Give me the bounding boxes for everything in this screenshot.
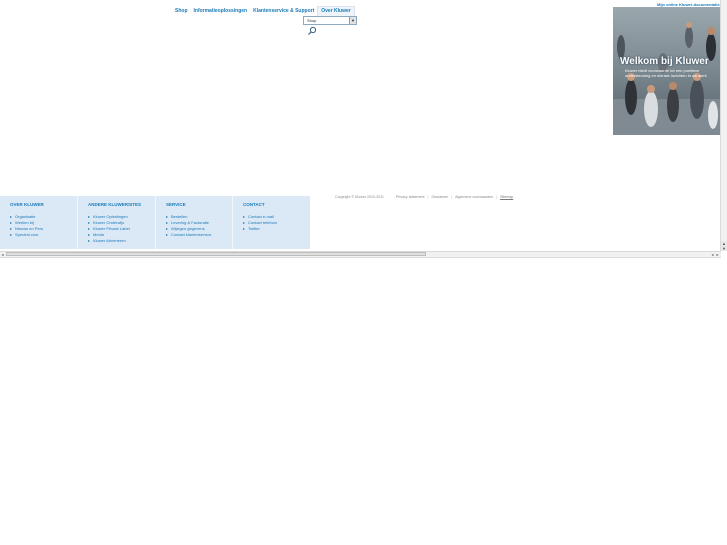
scroll-right-icon[interactable]: ▸ — [715, 252, 720, 257]
footer-link[interactable]: Twitter — [243, 226, 310, 232]
divider: | — [427, 195, 429, 199]
hero-title: Welkom bij Kluwer — [620, 56, 709, 67]
search-scope-select[interactable]: Shop ▼ — [303, 16, 357, 25]
legal-bar: Copyright © Kluwer 2010-2011 Privacy sta… — [335, 195, 513, 199]
disclaimer-link[interactable]: Disclaimer — [431, 195, 448, 199]
footer-column-andere-kluwersites: ANDERE KLUWERSITES Kluwer Opleidingen Kl… — [78, 196, 156, 249]
tab-klantenservice-support[interactable]: Klantenservice & Support — [250, 6, 317, 16]
sitemap-link[interactable]: Sitemap — [500, 195, 513, 199]
hero-text: Kluwer biedt voorwaarde tot een positiev… — [625, 68, 707, 78]
footer-column-title: SERVICE — [166, 202, 186, 207]
privacy-link[interactable]: Privacy statement — [396, 195, 425, 199]
horizontal-scrollbar[interactable]: ◂ ◂ ▸ — [0, 251, 721, 258]
footer-link[interactable]: Spectral voor — [10, 232, 77, 238]
footer-column-title: CONTACT — [243, 202, 265, 207]
scroll-left-icon[interactable]: ◂ — [0, 252, 5, 257]
tab-informatieoplossingen[interactable]: Informatieoplossingen — [191, 6, 251, 16]
search-icon[interactable] — [307, 26, 317, 36]
copyright-text: Copyright © Kluwer 2010-2011 — [335, 195, 384, 199]
divider: | — [496, 195, 498, 199]
scroll-down-icon[interactable]: ▼ — [721, 246, 727, 251]
search-scope-value: Shop — [307, 18, 317, 23]
footer-link[interactable]: Contact klantenservice — [166, 232, 232, 238]
chevron-down-icon[interactable]: ▼ — [349, 17, 356, 24]
footer-column-service: SERVICE Bestellen Levering & Facturatie … — [156, 196, 233, 249]
tab-shop[interactable]: Shop — [172, 6, 191, 16]
scrollbar-thumb[interactable] — [6, 252, 426, 256]
footer-column-title: ANDERE KLUWERSITES — [88, 202, 142, 207]
top-navigation: Shop Informatieoplossingen Klantenservic… — [172, 6, 355, 16]
terms-link[interactable]: Algemene voorwaarden — [455, 195, 493, 199]
footer-column-over-kluwer: OVER KLUWER Organisatie Werken bij Nieuw… — [0, 196, 78, 249]
footer-links: OVER KLUWER Organisatie Werken bij Nieuw… — [0, 196, 310, 249]
footer-link[interactable]: Kluwer Adverteren — [88, 238, 155, 244]
footer-column-contact: CONTACT Contact e-mail Contact telefoon … — [233, 196, 310, 249]
tab-over-kluwer[interactable]: Over Kluwer — [317, 6, 355, 16]
divider: | — [451, 195, 453, 199]
footer-column-title: OVER KLUWER — [10, 202, 44, 207]
vertical-scrollbar[interactable]: ▲ ▼ — [720, 0, 727, 251]
